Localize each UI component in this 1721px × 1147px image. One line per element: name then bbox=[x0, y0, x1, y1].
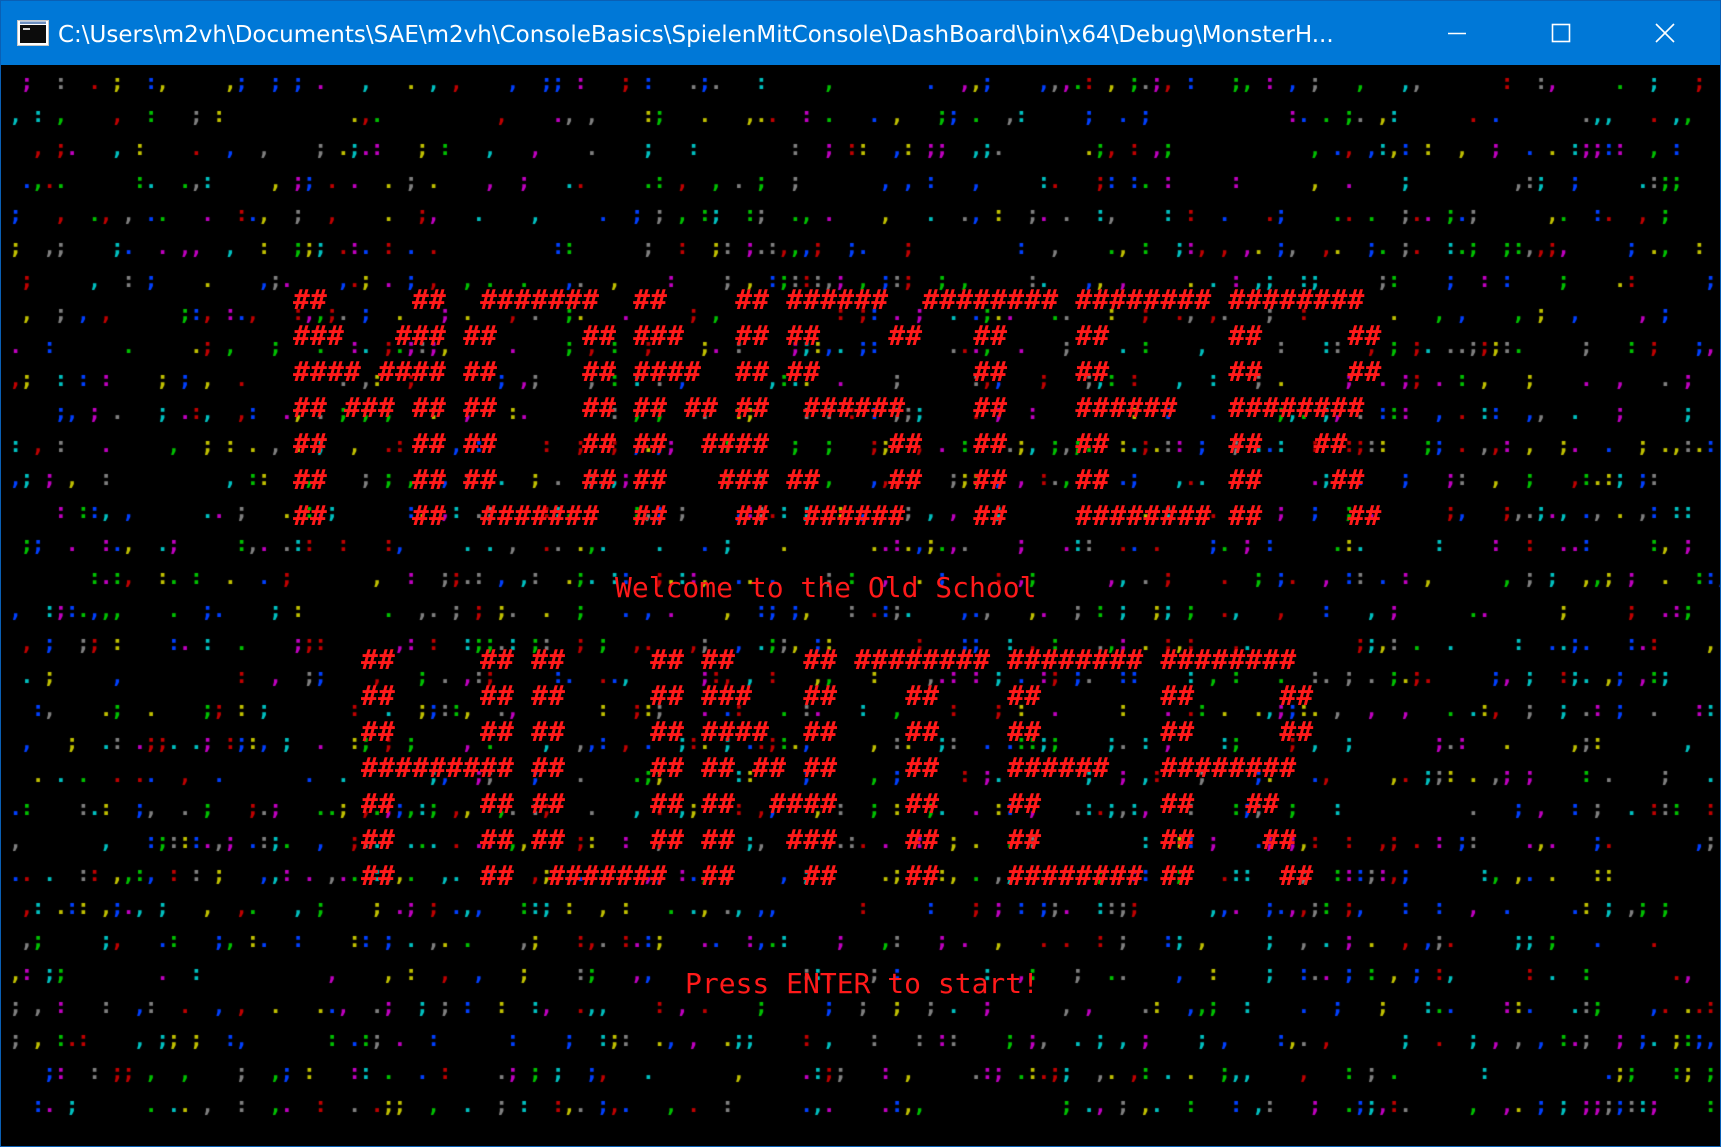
hunter-ascii-banner: ## ## ## ## ## ## ######## ######## ####… bbox=[361, 643, 1314, 892]
maximize-icon bbox=[1551, 23, 1571, 43]
minimize-icon bbox=[1448, 32, 1466, 35]
console-app-icon bbox=[17, 20, 49, 46]
close-button[interactable] bbox=[1613, 1, 1717, 65]
monster-ascii-banner: ## ## ####### ## ## ###### ######## ####… bbox=[293, 283, 1382, 532]
maximize-button[interactable] bbox=[1509, 1, 1613, 65]
title-bar[interactable]: C:\Users\m2vh\Documents\SAE\m2vh\Console… bbox=[1, 1, 1720, 65]
minimize-button[interactable] bbox=[1405, 1, 1509, 65]
welcome-text: Welcome to the Old School bbox=[615, 571, 1037, 604]
window-title: C:\Users\m2vh\Documents\SAE\m2vh\Console… bbox=[58, 22, 1334, 48]
console-window: C:\Users\m2vh\Documents\SAE\m2vh\Console… bbox=[0, 0, 1721, 1147]
close-icon bbox=[1655, 23, 1675, 43]
console-area[interactable]: ## ## ####### ## ## ###### ######## ####… bbox=[3, 65, 1720, 1146]
start-prompt: Press ENTER to start! bbox=[685, 967, 1040, 1000]
